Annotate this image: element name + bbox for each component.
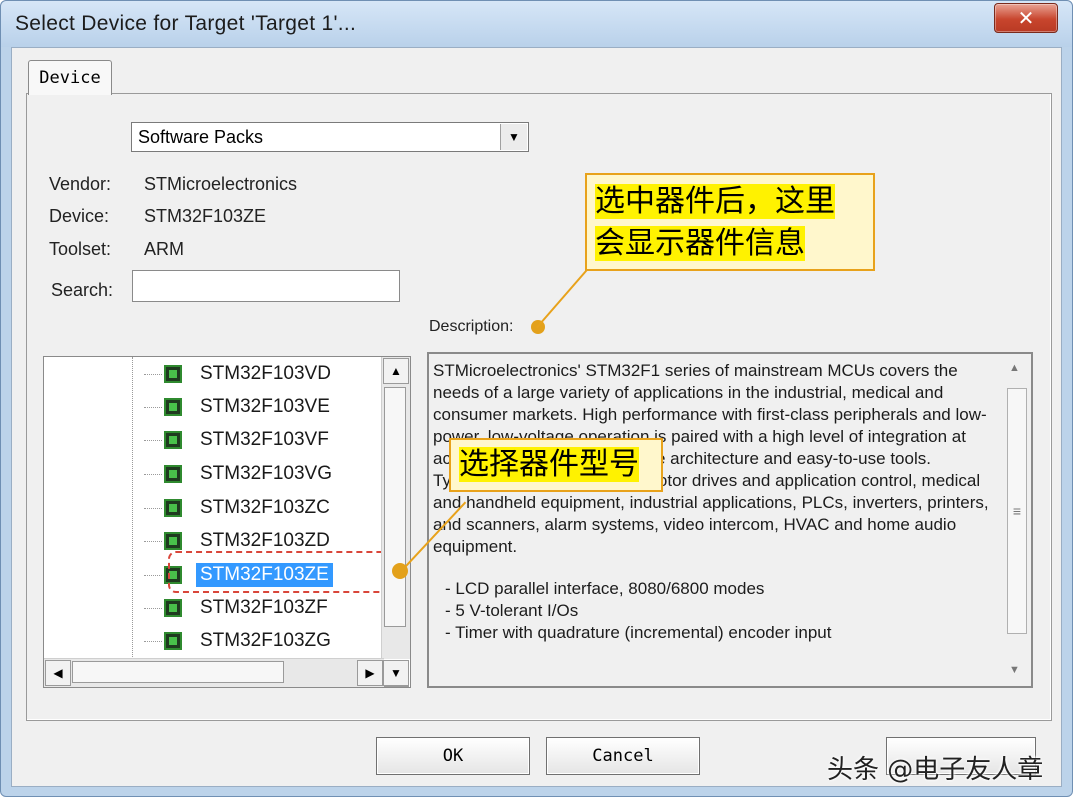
ok-button[interactable]: OK xyxy=(376,737,530,775)
close-icon: ✕ xyxy=(1017,7,1035,30)
tree-item[interactable]: STM32F103ZG xyxy=(144,626,384,656)
chip-icon xyxy=(164,632,182,650)
chip-icon xyxy=(164,398,182,416)
feature-list: - LCD parallel interface, 8080/6800 mode… xyxy=(433,578,999,644)
tree-connector xyxy=(132,357,133,657)
chip-icon xyxy=(164,599,182,617)
feature-item: - Timer with quadrature (incremental) en… xyxy=(445,623,832,642)
scroll-thumb[interactable] xyxy=(72,661,284,683)
tree-item[interactable]: STM32F103ZF xyxy=(144,593,384,623)
device-tab-panel: Software Packs ▼ Vendor: STMicroelectron… xyxy=(26,93,1052,721)
tree-item[interactable]: STM32F103ZC xyxy=(144,493,384,523)
tree-item[interactable]: STM32F103VG xyxy=(144,459,384,489)
scroll-up-icon[interactable]: ▲ xyxy=(1009,362,1020,374)
dialog-client-area: Device Software Packs ▼ Vendor: STMicroe… xyxy=(11,47,1062,787)
window-title: Select Device for Target 'Target 1'... xyxy=(15,12,357,35)
selection-highlight-annotation xyxy=(168,551,392,593)
device-tree[interactable]: STM32F103VD STM32F103VE STM32F103VF STM3… xyxy=(43,356,411,688)
cancel-button[interactable]: Cancel xyxy=(546,737,700,775)
scroll-up-icon[interactable]: ▲ xyxy=(383,358,409,384)
device-value: STM32F103ZE xyxy=(144,206,267,226)
description-panel: STMicroelectronics' STM32F1 series of ma… xyxy=(427,352,1033,688)
title-bar[interactable]: Select Device for Target 'Target 1'... ✕ xyxy=(1,1,1072,47)
device-callout: 选择器件型号 xyxy=(449,438,663,492)
vendor-value: STMicroelectronics xyxy=(144,174,298,194)
tree-item[interactable]: STM32F103VD xyxy=(144,359,384,389)
annotation-dot xyxy=(392,563,408,579)
scroll-thumb[interactable]: ≡ xyxy=(1007,388,1027,634)
description-text: STMicroelectronics' STM32F1 series of ma… xyxy=(433,360,999,644)
chevron-down-icon[interactable]: ▼ xyxy=(500,124,527,150)
tab-device[interactable]: Device xyxy=(28,60,112,95)
feature-item: - LCD parallel interface, 8080/6800 mode… xyxy=(445,579,765,598)
chip-icon xyxy=(164,465,182,483)
close-button[interactable]: ✕ xyxy=(994,3,1058,33)
scroll-right-icon[interactable]: ▶ xyxy=(357,660,383,686)
grip-icon: ≡ xyxy=(1012,503,1022,519)
description-label: Description: xyxy=(429,318,514,335)
chip-icon xyxy=(164,499,182,517)
select-device-dialog: Select Device for Target 'Target 1'... ✕… xyxy=(0,0,1073,797)
watermark: 头条 @电子友人章 xyxy=(827,755,1044,785)
toolset-value: ARM xyxy=(144,239,184,259)
search-label: Search: xyxy=(51,280,114,300)
tree-item[interactable]: STM32F103VF xyxy=(144,425,384,455)
tree-horizontal-scrollbar[interactable]: ◀ ▶ xyxy=(44,658,384,687)
description-scrollbar[interactable]: ▲ ≡ ▼ xyxy=(1005,358,1029,678)
scroll-down-icon[interactable]: ▼ xyxy=(383,660,409,686)
pack-selector-value: Software Packs xyxy=(138,127,264,147)
scroll-down-icon[interactable]: ▼ xyxy=(1009,664,1020,676)
feature-item: - 5 V-tolerant I/Os xyxy=(445,601,579,620)
device-label: Device: xyxy=(49,206,110,226)
tree-item[interactable]: STM32F103VE xyxy=(144,392,384,422)
pack-selector-dropdown[interactable]: Software Packs ▼ xyxy=(131,122,529,152)
chip-icon xyxy=(164,365,182,383)
search-input[interactable] xyxy=(132,270,400,302)
toolset-label: Toolset: xyxy=(49,239,112,259)
tree-vertical-scrollbar[interactable]: ▲ ▼ xyxy=(381,357,410,687)
chip-icon xyxy=(164,431,182,449)
chip-icon xyxy=(164,532,182,550)
vendor-label: Vendor: xyxy=(49,174,112,194)
scroll-thumb[interactable] xyxy=(384,387,406,627)
description-callout: 选中器件后，这里 会显示器件信息 xyxy=(585,173,875,271)
scroll-left-icon[interactable]: ◀ xyxy=(45,660,71,686)
